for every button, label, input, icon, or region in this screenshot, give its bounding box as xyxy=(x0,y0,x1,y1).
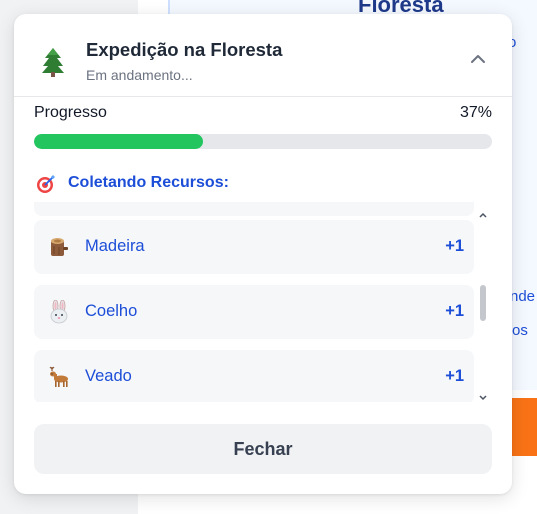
resource-count: +1 xyxy=(445,237,464,255)
close-button[interactable]: Fechar xyxy=(34,424,492,474)
chevron-up-icon xyxy=(470,51,486,69)
section-title: Coletando Recursos: xyxy=(68,174,229,191)
scroll-down-arrow-icon[interactable] xyxy=(477,390,489,401)
list-item-madeira[interactable]: Madeira +1 xyxy=(34,220,474,274)
collapse-button[interactable] xyxy=(464,46,492,74)
list-item-veado[interactable]: Veado +1 xyxy=(34,350,474,402)
popup-title: Expedição na Floresta xyxy=(86,39,283,60)
rabbit-icon xyxy=(47,299,71,324)
expedition-popup: Expedição na Floresta Em andamento... Pr… xyxy=(14,14,512,494)
wood-log-icon xyxy=(47,235,71,259)
popup-status: Em andamento... xyxy=(86,67,193,83)
background-text-fragment: nde xyxy=(510,288,536,305)
progress-label: Progresso xyxy=(34,104,107,121)
resource-list[interactable]: Madeira +1 Coelho +1 Veado +1 xyxy=(34,202,474,402)
list-item-partial xyxy=(34,202,474,216)
resource-label: Coelho xyxy=(85,302,138,320)
target-icon xyxy=(36,174,56,194)
resource-label: Madeira xyxy=(85,237,145,255)
progress-bar xyxy=(34,134,492,149)
progress-value: 37% xyxy=(459,104,492,121)
tree-icon xyxy=(40,47,66,77)
list-item-coelho[interactable]: Coelho +1 xyxy=(34,285,474,339)
progress-bar-fill xyxy=(34,134,204,149)
scroll-up-arrow-icon[interactable] xyxy=(477,207,489,218)
background-text-fragment: os xyxy=(512,322,528,339)
resource-count: +1 xyxy=(445,302,464,320)
deer-icon xyxy=(47,365,71,389)
resource-label: Veado xyxy=(85,367,132,385)
scrollbar-thumb[interactable] xyxy=(480,285,486,321)
resource-count: +1 xyxy=(445,367,464,385)
header-divider xyxy=(14,96,512,97)
